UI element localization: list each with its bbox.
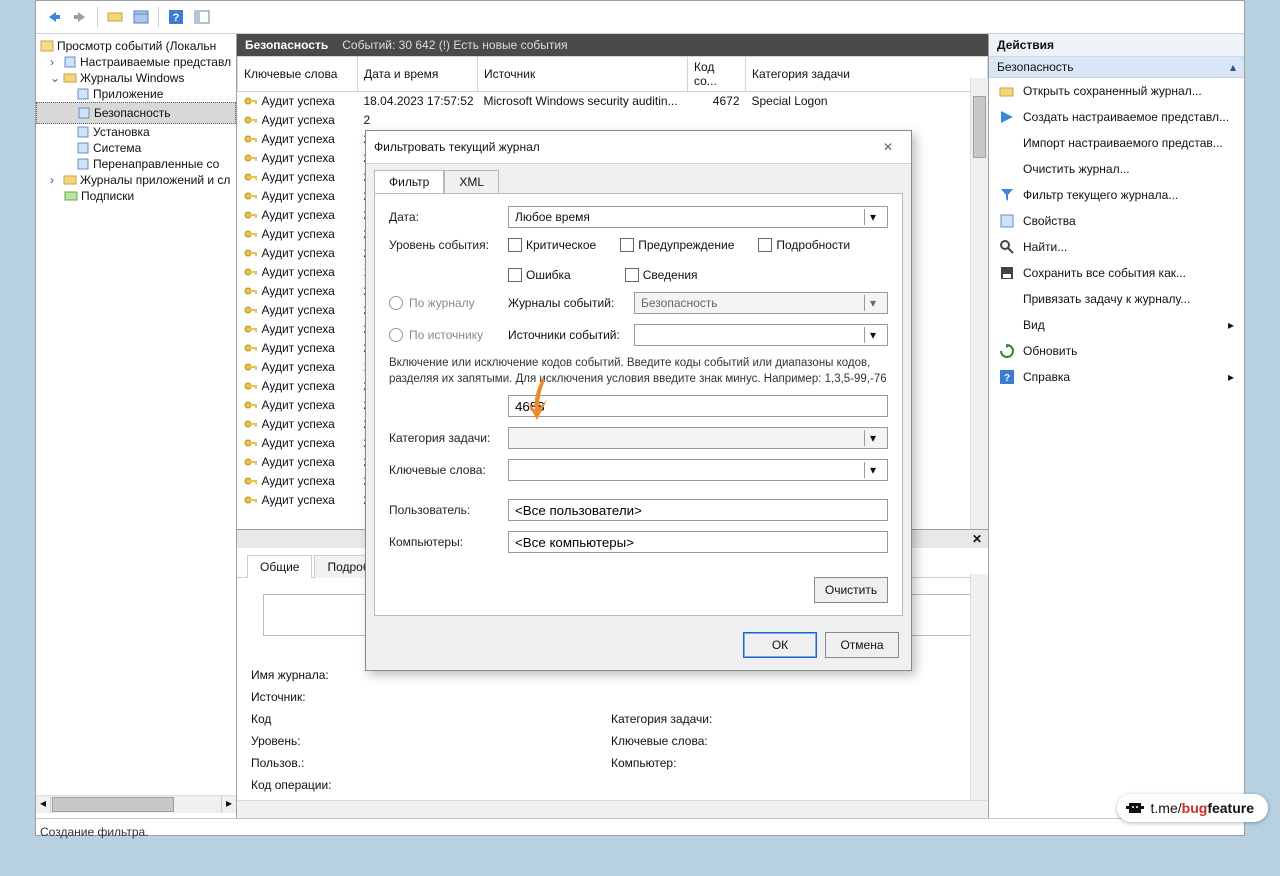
grid-vscroll[interactable] (970, 78, 988, 529)
btn-ok[interactable]: ОК (743, 632, 817, 658)
tree-winlogs[interactable]: ⌄Журналы Windows (36, 70, 236, 86)
tree-setup[interactable]: Установка (36, 124, 236, 140)
help-text: Включение или исключение кодов событий. … (389, 356, 888, 387)
dialog-title: Фильтровать текущий журнал✕ (366, 131, 911, 164)
select-taskcat: ▾ (508, 427, 888, 449)
select-date[interactable]: Любое время▾ (508, 206, 888, 228)
input-computers[interactable] (508, 531, 888, 553)
lbl-keywords: Ключевые слова: (389, 463, 504, 477)
tree-pane: Просмотр событий (Локальн ›Настраиваемые… (36, 34, 237, 818)
ck-warning[interactable]: Предупреждение (620, 238, 734, 252)
details-vscroll[interactable] (970, 574, 988, 800)
btn-clear[interactable]: Очистить (814, 577, 888, 603)
watermark: t.me/bugfeature (1117, 794, 1268, 822)
tree-app[interactable]: Приложение (36, 86, 236, 102)
tree-security[interactable]: Безопасность (36, 102, 236, 124)
lbl-taskcat: Категория задачи: (611, 712, 751, 726)
action-bind[interactable]: Привязать задачу к журналу... (989, 286, 1244, 312)
content-header: БезопасностьСобытий: 30 642 (!) Есть нов… (237, 34, 988, 56)
action-props[interactable]: Свойства (989, 208, 1244, 234)
btn-cancel[interactable]: Отмена (825, 632, 899, 658)
dialog-close-icon[interactable]: ✕ (873, 137, 903, 157)
action-find[interactable]: Найти... (989, 234, 1244, 260)
tree-forwarded[interactable]: Перенаправленные со (36, 156, 236, 172)
tree-custom[interactable]: ›Настраиваемые представл (36, 54, 236, 70)
input-eventids[interactable] (508, 395, 888, 417)
dlg-tab-filter[interactable]: Фильтр (374, 170, 444, 193)
radio-bysrc: По источнику (389, 328, 504, 342)
lbl-computers: Компьютеры: (389, 535, 504, 549)
tree-root[interactable]: Просмотр событий (Локальн (36, 38, 236, 54)
lbl-sources: Источники событий: (508, 328, 628, 342)
select-sources[interactable]: ▾ (634, 324, 888, 346)
svg-text:?: ? (173, 12, 180, 24)
nav-back-icon[interactable] (42, 5, 66, 29)
help-icon[interactable]: ? (164, 5, 188, 29)
lbl-code: Код (251, 712, 391, 726)
lbl-computer: Компьютер: (611, 756, 751, 770)
lbl-user: Пользов.: (251, 756, 391, 770)
action-view[interactable]: Вид▸ (989, 312, 1244, 338)
svg-text:?: ? (1004, 373, 1010, 384)
col-keywords[interactable]: Ключевые слова (238, 57, 358, 92)
col-code[interactable]: Код со... (688, 57, 746, 92)
layout-icon[interactable] (190, 5, 214, 29)
toolbar: ? (36, 1, 1244, 34)
actions-header: Действия (989, 34, 1244, 57)
action-create[interactable]: Создать настраиваемое представл... (989, 104, 1244, 130)
tree-subs[interactable]: Подписки (36, 188, 236, 204)
input-user[interactable] (508, 499, 888, 521)
action-clear[interactable]: Очистить журнал... (989, 156, 1244, 182)
action-refresh[interactable]: Обновить (989, 338, 1244, 364)
lbl-logs: Журналы событий: (508, 296, 628, 310)
nav-fwd-icon[interactable] (68, 5, 92, 29)
lbl-user: Пользователь: (389, 503, 504, 517)
lbl-opcode: Код операции: (251, 778, 391, 792)
table-row[interactable]: Аудит успеха18.04.2023 17:57:52Microsoft… (238, 92, 988, 111)
panel-icon[interactable] (103, 5, 127, 29)
lbl-taskcat: Категория задачи: (389, 431, 504, 445)
lbl-date: Дата: (389, 210, 504, 224)
filter-dialog: Фильтровать текущий журнал✕ Фильтр XML Д… (365, 130, 912, 671)
action-open[interactable]: Открыть сохраненный журнал... (989, 78, 1244, 104)
action-save[interactable]: Сохранить все события как... (989, 260, 1244, 286)
col-taskcat[interactable]: Категория задачи (746, 57, 988, 92)
radio-bylog: По журналу (389, 296, 504, 310)
lbl-keywords: Ключевые слова: (611, 734, 751, 748)
action-help[interactable]: ?Справка▸ (989, 364, 1244, 390)
ck-critical[interactable]: Критическое (508, 238, 596, 252)
tab-general[interactable]: Общие (247, 555, 312, 578)
action-filter[interactable]: Фильтр текущего журнала... (989, 182, 1244, 208)
ck-info[interactable]: Сведения (625, 268, 698, 282)
col-datetime[interactable]: Дата и время (358, 57, 478, 92)
lbl-level: Уровень: (251, 734, 391, 748)
table-row[interactable]: Аудит успеха2 (238, 111, 988, 130)
actions-section[interactable]: Безопасность▴ (989, 57, 1244, 78)
tree-hscroll[interactable]: ◂▸ (36, 795, 236, 813)
select-logs: Безопасность▾ (634, 292, 888, 314)
dlg-tab-xml[interactable]: XML (444, 170, 499, 193)
ck-verbose[interactable]: Подробности (758, 238, 850, 252)
props-icon[interactable] (129, 5, 153, 29)
tree-appsrv[interactable]: ›Журналы приложений и сл (36, 172, 236, 188)
details-hscroll[interactable] (237, 800, 988, 818)
status-bar: Создание фильтра. (36, 818, 1244, 845)
select-keywords[interactable]: ▾ (508, 459, 888, 481)
lbl-level: Уровень события: (389, 238, 504, 252)
lbl-source: Источник: (251, 690, 391, 704)
actions-pane: Действия Безопасность▴ Открыть сохраненн… (989, 34, 1244, 818)
ck-error[interactable]: Ошибка (508, 268, 571, 282)
action-import[interactable]: Импорт настраиваемого представ... (989, 130, 1244, 156)
details-close-icon[interactable]: ✕ (970, 532, 984, 546)
tree-system[interactable]: Система (36, 140, 236, 156)
col-source[interactable]: Источник (478, 57, 688, 92)
